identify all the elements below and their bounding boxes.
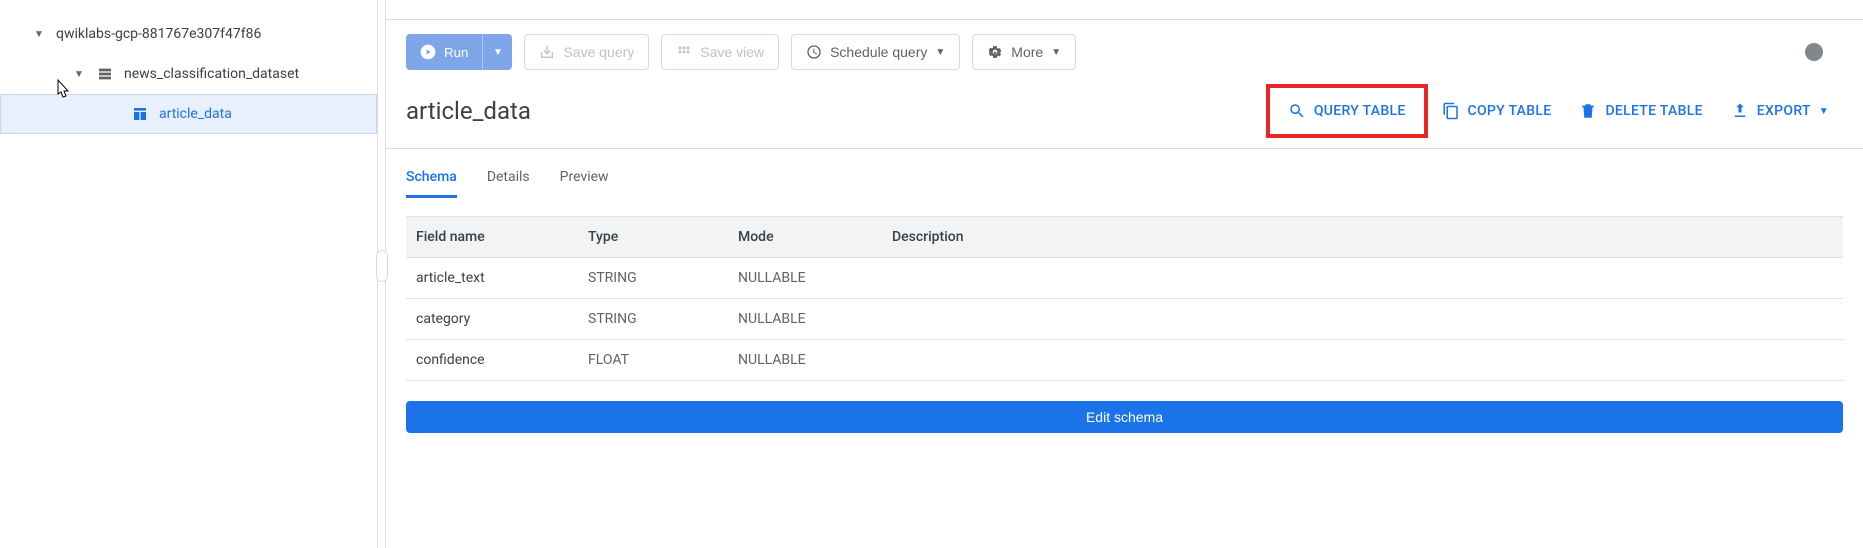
more-label: More — [1011, 44, 1043, 60]
save-query-button[interactable]: Save query — [524, 34, 649, 70]
col-header-mode: Mode — [728, 217, 882, 257]
table-label: article_data — [159, 106, 232, 122]
dataset-label: news_classification_dataset — [124, 66, 299, 82]
table-icon — [131, 105, 149, 123]
copy-table-button[interactable]: COPY TABLE — [1428, 94, 1566, 128]
query-table-label: QUERY TABLE — [1314, 103, 1406, 119]
more-button[interactable]: More ▼ — [972, 34, 1076, 70]
status-indicator — [1805, 43, 1823, 61]
export-label: EXPORT — [1757, 103, 1811, 119]
run-button[interactable]: Run — [406, 34, 482, 70]
dataset-icon — [96, 65, 114, 83]
tree-project-row[interactable]: ▼ qwiklabs-gcp-881767e307f47f86 — [0, 14, 377, 54]
export-button[interactable]: EXPORT ▼ — [1717, 94, 1843, 128]
copy-table-label: COPY TABLE — [1468, 103, 1552, 119]
tab-details[interactable]: Details — [487, 169, 530, 198]
chevron-down-icon[interactable]: ▼ — [70, 69, 88, 80]
run-dropdown-button[interactable]: ▼ — [482, 34, 512, 70]
col-header-desc: Description — [882, 217, 1843, 257]
cell-type: FLOAT — [578, 340, 728, 380]
save-query-label: Save query — [563, 44, 634, 60]
cell-field: confidence — [406, 340, 578, 380]
tabs: Schema Details Preview — [386, 149, 1863, 198]
schema-row: article_text STRING NULLABLE — [406, 258, 1843, 299]
save-view-button[interactable]: Save view — [661, 34, 779, 70]
chevron-down-icon: ▼ — [1051, 47, 1061, 58]
col-header-type: Type — [578, 217, 728, 257]
chevron-down-icon: ▼ — [493, 47, 503, 58]
run-label: Run — [444, 45, 468, 60]
delete-table-label: DELETE TABLE — [1605, 103, 1702, 119]
tab-preview[interactable]: Preview — [560, 169, 609, 198]
table-title: article_data — [406, 97, 531, 125]
cell-type: STRING — [578, 258, 728, 298]
schema-row: confidence FLOAT NULLABLE — [406, 340, 1843, 381]
col-header-field: Field name — [406, 217, 578, 257]
cell-mode: NULLABLE — [728, 299, 882, 339]
cell-mode: NULLABLE — [728, 258, 882, 298]
chevron-down-icon: ▼ — [1819, 106, 1829, 117]
query-table-button[interactable]: QUERY TABLE — [1266, 84, 1428, 138]
main-panel: Run ▼ Save query Save view Schedule quer… — [386, 0, 1863, 548]
cell-desc — [882, 299, 1843, 339]
cell-field: article_text — [406, 258, 578, 298]
tree-dataset-row[interactable]: ▼ news_classification_dataset — [0, 54, 377, 94]
schedule-query-button[interactable]: Schedule query ▼ — [791, 34, 960, 70]
table-header-row: article_data QUERY TABLE COPY TABLE DELE… — [386, 84, 1863, 149]
cell-desc — [882, 340, 1843, 380]
cell-mode: NULLABLE — [728, 340, 882, 380]
save-view-label: Save view — [700, 44, 764, 60]
cell-desc — [882, 258, 1843, 298]
edit-schema-button[interactable]: Edit schema — [406, 401, 1843, 433]
panel-resizer[interactable] — [378, 0, 386, 548]
delete-table-button[interactable]: DELETE TABLE — [1565, 94, 1716, 128]
schedule-query-label: Schedule query — [830, 44, 927, 60]
sidebar: ▼ qwiklabs-gcp-881767e307f47f86 ▼ news_c… — [0, 0, 378, 548]
schema-row: category STRING NULLABLE — [406, 299, 1843, 340]
chevron-down-icon[interactable]: ▼ — [30, 29, 48, 40]
query-toolbar: Run ▼ Save query Save view Schedule quer… — [386, 20, 1863, 84]
cell-type: STRING — [578, 299, 728, 339]
project-label: qwiklabs-gcp-881767e307f47f86 — [56, 26, 261, 42]
tree-table-row[interactable]: article_data — [0, 94, 377, 134]
tab-schema[interactable]: Schema — [406, 169, 457, 198]
chevron-down-icon: ▼ — [935, 47, 945, 58]
cell-field: category — [406, 299, 578, 339]
schema-header-row: Field name Type Mode Description — [406, 216, 1843, 258]
resizer-handle-icon[interactable] — [376, 250, 388, 282]
schema-table: Field name Type Mode Description article… — [406, 216, 1843, 381]
